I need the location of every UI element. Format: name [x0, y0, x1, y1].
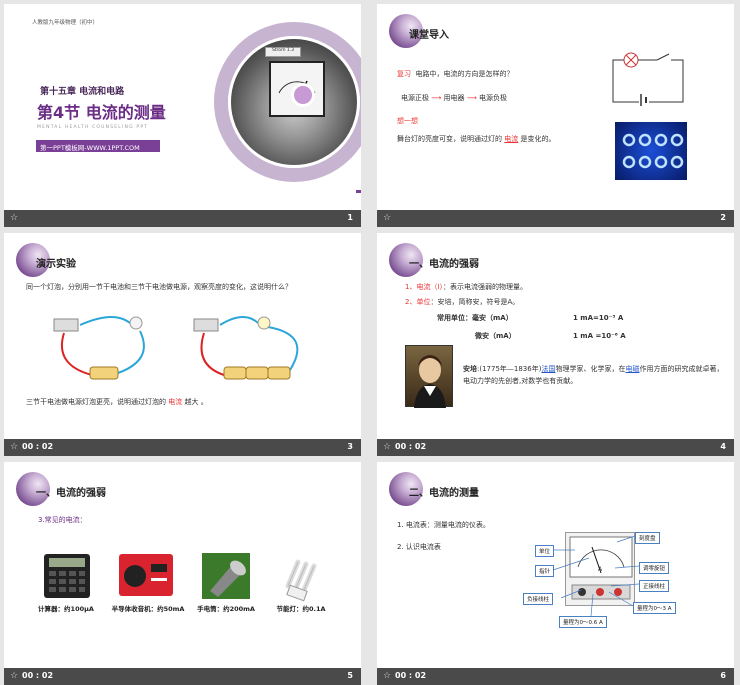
bio-field: 电磁 — [625, 365, 640, 373]
ammeter-photo: Strom 1.3 — [228, 36, 360, 168]
slide-heading: 一、电流的强弱 — [36, 488, 106, 499]
slide-timing: 00 : 02 — [395, 442, 427, 451]
slide-timing: 00 : 02 — [395, 671, 427, 680]
stage-lights-photo — [615, 122, 687, 180]
stage-blank: 电流 — [504, 135, 519, 143]
flow-step-3: 电源负极 — [479, 94, 508, 102]
calculator-photo — [44, 554, 90, 598]
star-icon[interactable]: ☆ — [383, 213, 391, 223]
review-label: 复习 — [397, 70, 411, 78]
flow-step-2: 用电器 — [443, 94, 465, 102]
radio-caption: 半导体收音机：约50mA — [111, 605, 185, 613]
review-question: 电路中，电流的方向是怎样的？ — [415, 70, 514, 78]
slide-heading: 二、电流的测量 — [409, 488, 479, 499]
unit-microamp: 微安（mA） — [475, 332, 516, 340]
item1-text: ：表示电流强弱的物理量。 — [443, 283, 528, 291]
item2-label: 2、单位 — [405, 298, 431, 306]
slide-number: 6 — [720, 671, 726, 680]
slide-3-content: 演示实验 同一个灯泡，分别用一节干电池和三节干电池做电源，观察亮度的变化，这说明… — [4, 233, 361, 439]
slide-heading: 演示实验 — [36, 259, 76, 270]
item2-text: ：安培，简称安，符号是A。 — [430, 298, 520, 306]
star-icon[interactable]: ☆ — [10, 442, 18, 452]
ammeter-definition: 1. 电流表：测量电流的仪表。 — [397, 521, 490, 529]
arrow-right-icon: ⟶ — [466, 94, 477, 102]
lamp-caption: 节能灯：约0.1A — [276, 605, 326, 613]
slide-4-footer: ☆ 00 : 02 4 — [377, 439, 734, 456]
stage-text-1: 舞台灯的亮度可变，说明通过灯的 — [397, 135, 502, 143]
slide-1-footer: ☆ 1 — [4, 210, 361, 227]
slide-1-content: 人教版九年级物理（初中） 第十五章 电流和电路 第4节 电流的测量 MENTAL… — [4, 4, 361, 210]
slide-6-footer: ☆ 00 : 02 6 — [377, 668, 734, 685]
slide-1[interactable]: 人教版九年级物理（初中） 第十五章 电流和电路 第4节 电流的测量 MENTAL… — [4, 4, 361, 227]
think-label: 想一想 — [397, 117, 418, 125]
bio-country: 法国 — [541, 365, 556, 373]
chapter-label: 第十五章 电流和电路 — [40, 87, 125, 97]
slide-2[interactable]: 课堂导入 复习 电路中，电流的方向是怎样的？ 电源正极 ⟶ 用电器 ⟶ 电源负极… — [377, 4, 734, 227]
ampere-portrait — [405, 345, 453, 408]
circuit-diagram-icon — [612, 52, 684, 106]
conclusion-text-1: 三节干电池做电源灯泡更亮，说明通过灯泡的 — [26, 398, 166, 406]
slide-6[interactable]: 二、电流的测量 1. 电流表：测量电流的仪表。 2. 认识电流表 A 单位 刻度… — [377, 462, 734, 685]
slide-number: 3 — [347, 442, 353, 451]
slide-5-content: 一、电流的强弱 3.常见的电流： 计算器：约100μA 半导体收音机：约50mA… — [4, 462, 361, 668]
slide-number: 2 — [720, 213, 726, 222]
star-icon[interactable]: ☆ — [383, 442, 391, 452]
slide-3-footer: ☆ 00 : 02 3 — [4, 439, 361, 456]
circuit-one-battery-photo — [53, 316, 145, 380]
bio-name: 安培 — [463, 365, 477, 373]
stage-text-2: 是变化的。 — [520, 135, 556, 143]
accent-line — [356, 190, 361, 193]
star-icon[interactable]: ☆ — [10, 671, 18, 681]
slide-timing: 00 : 02 — [22, 671, 54, 680]
slide-5[interactable]: 一、电流的强弱 3.常见的电流： 计算器：约100μA 半导体收音机：约50mA… — [4, 462, 361, 685]
bio-dates: :(1775年—1836年) — [477, 365, 542, 373]
slide-timing: 00 : 02 — [22, 442, 54, 451]
flashlight-photo — [202, 553, 250, 599]
common-units-label: 常用单位： — [437, 314, 472, 322]
common-currents-label: 3.常见的电流： — [38, 516, 87, 524]
slide-number: 5 — [347, 671, 353, 680]
slide-2-footer: ☆ 2 — [377, 210, 734, 227]
slide-6-content: 二、电流的测量 1. 电流表：测量电流的仪表。 2. 认识电流表 A 单位 刻度… — [377, 462, 734, 668]
slide-5-footer: ☆ 00 : 02 5 — [4, 668, 361, 685]
experiment-intro: 同一个灯泡，分别用一节干电池和三节干电池做电源，观察亮度的变化，这说明什么？ — [26, 283, 292, 291]
meter-center-dot — [291, 83, 315, 107]
calculator-caption: 计算器：约100μA — [38, 605, 94, 613]
conclusion-blank: 电流 — [168, 398, 183, 406]
callout-leader-lines — [552, 535, 640, 617]
flow-step-1: 电源正极 — [401, 94, 429, 102]
slide-title: 第4节 电流的测量 — [37, 103, 166, 122]
slide-4[interactable]: 一、电流的强弱 1、电流（I）：表示电流强弱的物理量。 2、单位：安培，简称安，… — [377, 233, 734, 456]
slide-number: 1 — [347, 213, 353, 222]
conclusion-text-2: 越大 。 — [184, 398, 208, 406]
star-icon[interactable]: ☆ — [383, 671, 391, 681]
bio-text-2: 物理学家、化学家，在 — [555, 365, 626, 373]
slide-3[interactable]: 演示实验 同一个灯泡，分别用一节干电池和三节干电池做电源，观察亮度的变化，这说明… — [4, 233, 361, 456]
circuit-three-battery-photo — [193, 316, 299, 380]
slide-heading: 一、电流的强弱 — [409, 259, 479, 270]
slide-2-content: 课堂导入 复习 电路中，电流的方向是怎样的？ 电源正极 ⟶ 用电器 ⟶ 电源负极… — [377, 4, 734, 210]
slide-4-content: 一、电流的强弱 1、电流（I）：表示电流强弱的物理量。 2、单位：安培，简称安，… — [377, 233, 734, 439]
slide-1-top-text: 人教版九年级物理（初中） — [32, 20, 99, 26]
meter-label: Strom 1.3 — [265, 47, 301, 57]
radio-photo — [119, 554, 173, 596]
arrow-right-icon: ⟶ — [431, 94, 442, 102]
website-badge: 第一PPT模板网-WWW.1PPT.COM — [36, 140, 160, 152]
unit-microamp-equation: 1 mA =10⁻⁶ A — [573, 332, 626, 340]
unit-milliamp: 毫安（mA） — [472, 314, 513, 322]
slide-number: 4 — [720, 442, 726, 451]
item1-label: 1、电流（I） — [405, 283, 444, 291]
energy-saving-lamp-photo — [285, 559, 317, 602]
recognize-ammeter: 2. 认识电流表 — [397, 543, 441, 551]
star-icon[interactable]: ☆ — [10, 213, 18, 223]
slide-subtitle: MENTAL HEALTH COUNSELING PPT — [37, 125, 149, 130]
slide-heading: 课堂导入 — [409, 30, 449, 41]
flashlight-caption: 手电筒：约200mA — [197, 605, 255, 613]
unit-milliamp-equation: 1 mA=10⁻³ A — [573, 314, 624, 322]
